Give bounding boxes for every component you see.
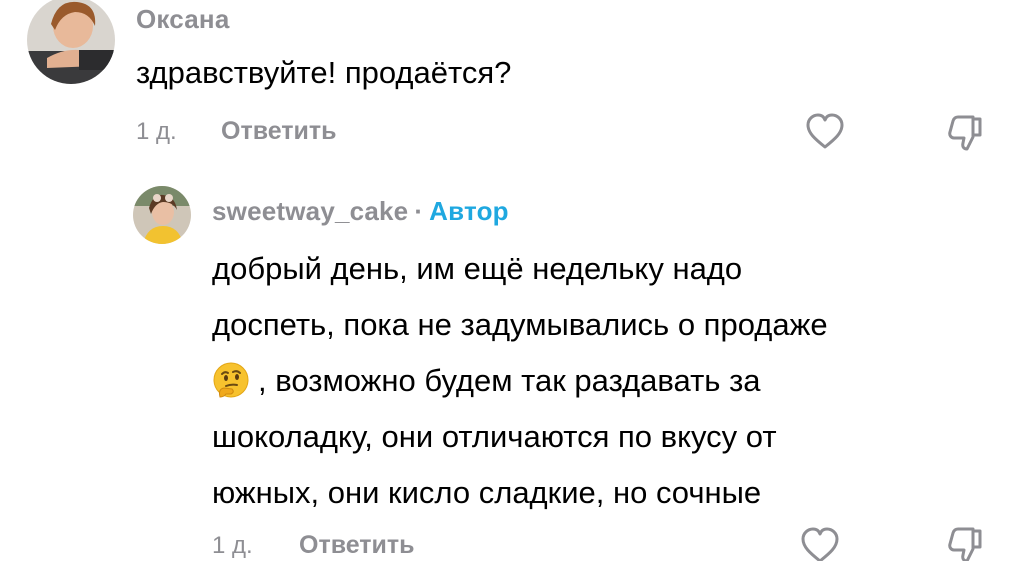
reply-text: добрый день, им ещё недельку надо доспет… (212, 241, 992, 521)
reply-text-line-with-emoji: , возможно будем так раздавать за (212, 353, 992, 409)
comment-text: здравствуйте! продаётся? (136, 55, 512, 90)
thumbs-down-icon[interactable] (945, 113, 985, 153)
avatar[interactable] (133, 186, 191, 244)
reply-text-line: доспеть, пока не задумывались о продаже (212, 307, 828, 342)
reply-text-line: шоколадку, они отличаются по вкусу от (212, 419, 777, 454)
reply-username[interactable]: sweetway_cake (212, 196, 408, 226)
reply-timestamp: 1 д. (212, 532, 253, 559)
reply-button[interactable]: Ответить (221, 117, 337, 146)
reply-text-line: южных, они кисло сладкие, но сочные (212, 475, 762, 510)
reply-text-line: добрый день, им ещё недельку надо (212, 251, 743, 286)
reply-button[interactable]: Ответить (299, 531, 415, 560)
reply-text-segment: , возможно будем так раздавать за (258, 363, 761, 398)
separator-dot: · (414, 196, 424, 226)
thumbs-down-icon[interactable] (945, 525, 985, 561)
reply-username-line: sweetway_cake · Автор (212, 196, 509, 227)
heart-icon[interactable] (805, 113, 845, 151)
author-badge: Автор (429, 196, 509, 226)
thinking-face-emoji (212, 361, 250, 399)
avatar[interactable] (27, 0, 115, 84)
heart-icon[interactable] (800, 527, 840, 561)
comment-username[interactable]: Оксана (136, 4, 230, 35)
comments-screen: Оксана здравствуйте! продаётся? 1 д. Отв… (0, 0, 1024, 561)
comment-timestamp: 1 д. (136, 118, 177, 145)
